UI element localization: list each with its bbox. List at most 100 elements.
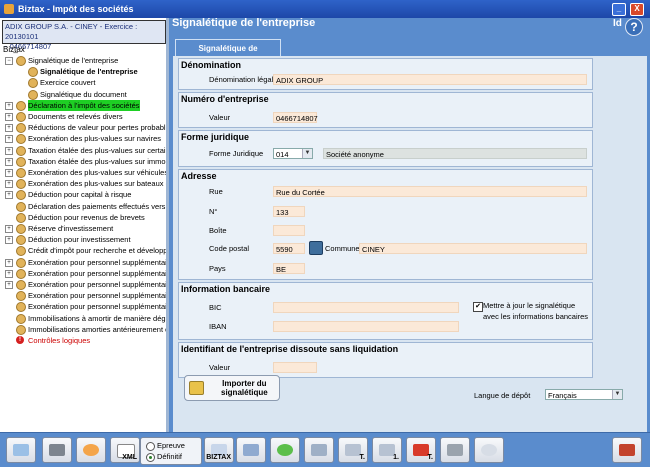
tree-item[interactable]: Signalétique de l'entreprise xyxy=(0,66,166,78)
code-postal-field[interactable]: 5590 xyxy=(273,243,305,254)
tree-item[interactable]: + Exonération pour personnel supplémentai… xyxy=(0,279,166,290)
tree-item[interactable]: Exonération pour personnel supplémentair… xyxy=(0,290,166,302)
tree-item-label: Déclaration à l'impôt des sociétés xyxy=(28,99,140,111)
tree-item[interactable]: Exonération pour personnel supplémentair… xyxy=(0,301,166,313)
numero-field[interactable]: 0466714807 xyxy=(273,112,318,123)
pays-field[interactable]: BE xyxy=(273,263,305,274)
tree-item[interactable]: Déclaration des paiements effectués vers… xyxy=(0,201,166,212)
pdf-t-button[interactable]: T. xyxy=(406,437,436,463)
code-postal-label: Code postal xyxy=(209,244,250,253)
expand-icon[interactable]: + xyxy=(5,169,13,177)
tree-item[interactable]: Crédit d'impôt pour recherche et dévelop… xyxy=(0,245,166,257)
help-icon[interactable]: ? xyxy=(625,18,643,36)
expand-icon[interactable]: + xyxy=(5,157,13,166)
sync-button[interactable] xyxy=(270,437,300,463)
minimize-button[interactable]: _ xyxy=(612,3,626,16)
expand-icon[interactable]: + xyxy=(5,281,13,289)
tree-item[interactable]: + Déduction pour capital à risque xyxy=(0,189,166,201)
tree-item[interactable]: + Exonération des plus-values sur bateaux… xyxy=(0,178,166,190)
tree-item[interactable]: ! Contrôles logiques xyxy=(0,335,166,346)
epreuve-radio[interactable] xyxy=(146,442,155,451)
expand-icon[interactable]: + xyxy=(5,113,13,121)
expand-icon[interactable]: + xyxy=(5,135,13,144)
forme-select[interactable]: 014 ▼ xyxy=(273,148,313,159)
tree-item[interactable]: + Exonération des plus-values sur navires xyxy=(0,133,166,145)
definitif-radio[interactable] xyxy=(146,453,155,462)
tree-item[interactable]: Déduction pour revenus de brevets xyxy=(0,212,166,223)
tree-item[interactable]: + Réductions de valeur pour pertes probab… xyxy=(0,122,166,134)
exit-button[interactable] xyxy=(612,437,642,463)
tree-item[interactable]: Immobilisations à amortir de manière dég… xyxy=(0,313,166,324)
tree-item[interactable]: Immobilisations amorties antérieurement … xyxy=(0,324,166,335)
forward-button[interactable] xyxy=(474,437,504,463)
tree-item[interactable]: Signalétique du document xyxy=(0,89,166,100)
tree-item[interactable]: + Taxation étalée des plus-values sur cer… xyxy=(0,145,166,156)
import-signaletique-button[interactable]: Importer du signalétique xyxy=(184,375,280,401)
refresh-button[interactable] xyxy=(6,437,36,463)
tree-item-label: Taxation étalée des plus-values sur immo… xyxy=(28,156,166,166)
expand-icon[interactable]: + xyxy=(5,269,13,278)
collapse-icon[interactable]: − xyxy=(5,57,13,65)
chevron-down-icon[interactable]: ▼ xyxy=(302,149,312,158)
rue-label: Rue xyxy=(209,187,223,196)
langue-select[interactable]: Français ▼ xyxy=(545,389,623,400)
expand-icon[interactable]: + xyxy=(5,191,13,200)
expand-icon[interactable]: + xyxy=(5,225,13,233)
expand-icon[interactable]: + xyxy=(5,236,13,245)
close-button[interactable]: X xyxy=(630,3,644,16)
node-icon xyxy=(16,190,26,201)
screen-button[interactable] xyxy=(304,437,334,463)
expand-icon[interactable]: + xyxy=(5,258,13,267)
calculator-button[interactable] xyxy=(440,437,470,463)
tree-item-label: Réductions de valeur pour pertes probabl… xyxy=(28,123,166,133)
dissoute-field[interactable] xyxy=(273,362,317,373)
tree-item[interactable]: + Exonération des plus-values sur véhicul… xyxy=(0,167,166,178)
tree-item[interactable]: + Taxation étalée des plus-values sur imm… xyxy=(0,156,166,167)
chevron-down-icon[interactable]: ▼ xyxy=(612,390,622,399)
tree-item[interactable]: − Signalétique de l'entreprise xyxy=(0,55,166,66)
boite-field[interactable] xyxy=(273,225,305,236)
node-icon xyxy=(16,246,26,257)
tree-item-label: Exonération des plus-values sur bateaux … xyxy=(28,179,166,189)
expand-icon[interactable]: + xyxy=(5,146,13,155)
send-icon xyxy=(243,444,259,456)
commune-field[interactable]: CINEY xyxy=(359,243,587,254)
iban-field[interactable] xyxy=(273,321,459,332)
update-signaletique-checkbox[interactable]: ✔ xyxy=(473,302,483,312)
bottom-toolbar: XML Epreuve Définitif BIZTAX T. 1. T. xyxy=(0,432,650,467)
stack-1-button[interactable]: 1. xyxy=(372,437,402,463)
expand-icon[interactable]: + xyxy=(5,124,13,133)
bic-field[interactable] xyxy=(273,302,459,313)
tab-signaletique[interactable]: Signalétique de l'entreprise xyxy=(175,39,281,70)
power-button[interactable] xyxy=(76,437,106,463)
node-icon xyxy=(16,212,26,223)
expand-icon[interactable]: + xyxy=(5,101,13,110)
stack-t-button[interactable]: T. xyxy=(338,437,368,463)
section-title: Adresse xyxy=(181,171,217,181)
left-pane: ADIX GROUP S.A. - CINEY - Exercice : 201… xyxy=(0,18,166,432)
tree-item-label: Déduction pour investissement xyxy=(28,235,131,245)
denomination-field[interactable]: ADIX GROUP xyxy=(273,74,587,85)
app-icon xyxy=(4,4,14,14)
tree-item[interactable]: + Déduction pour investissement xyxy=(0,234,166,246)
print-button[interactable] xyxy=(42,437,72,463)
binoculars-icon[interactable] xyxy=(309,241,323,255)
tree-item[interactable]: + Exonération pour personnel supplémentai… xyxy=(0,257,166,268)
numero-rue-field[interactable]: 133 xyxy=(273,206,305,217)
send-button[interactable] xyxy=(236,437,266,463)
biztax-button[interactable]: BIZTAX xyxy=(204,437,234,463)
node-icon xyxy=(16,268,26,279)
tree-item[interactable]: + Documents et relevés divers xyxy=(0,111,166,122)
expand-icon[interactable]: + xyxy=(5,180,13,189)
tree-item-label: Contrôles logiques xyxy=(28,336,91,345)
rue-field[interactable]: Rue du Cortée xyxy=(273,186,587,197)
tree-item-label: Exonération pour personnel supplémentair… xyxy=(28,268,166,278)
tree-item[interactable]: + Réserve d'investissement xyxy=(0,223,166,234)
tree-item[interactable]: + Exonération pour personnel supplémentai… xyxy=(0,268,166,279)
node-icon xyxy=(16,280,26,290)
tree-item-label: Exonération pour personnel supplémentair… xyxy=(28,280,166,289)
xml-button[interactable]: XML xyxy=(110,437,140,463)
company-info: ADIX GROUP S.A. - CINEY - Exercice : 201… xyxy=(2,20,166,51)
tree-item[interactable]: + Déclaration à l'impôt des sociétés xyxy=(0,99,166,111)
tree-item[interactable]: Exercice couvert xyxy=(0,77,166,89)
